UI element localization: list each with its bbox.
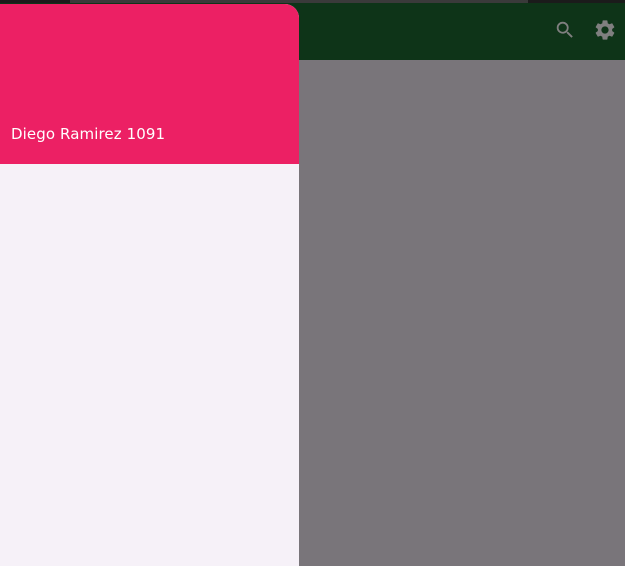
gear-icon [595, 20, 615, 40]
search-icon [556, 21, 573, 38]
settings-button[interactable] [590, 15, 620, 45]
navigation-drawer[interactable]: Diego Ramirez 1091 [0, 4, 299, 566]
drawer-user-name: Diego Ramirez 1091 [11, 125, 166, 143]
app-screen: Diego Ramirez 1091 [0, 0, 625, 566]
search-button[interactable] [550, 15, 580, 45]
drawer-header: Diego Ramirez 1091 [0, 4, 299, 164]
